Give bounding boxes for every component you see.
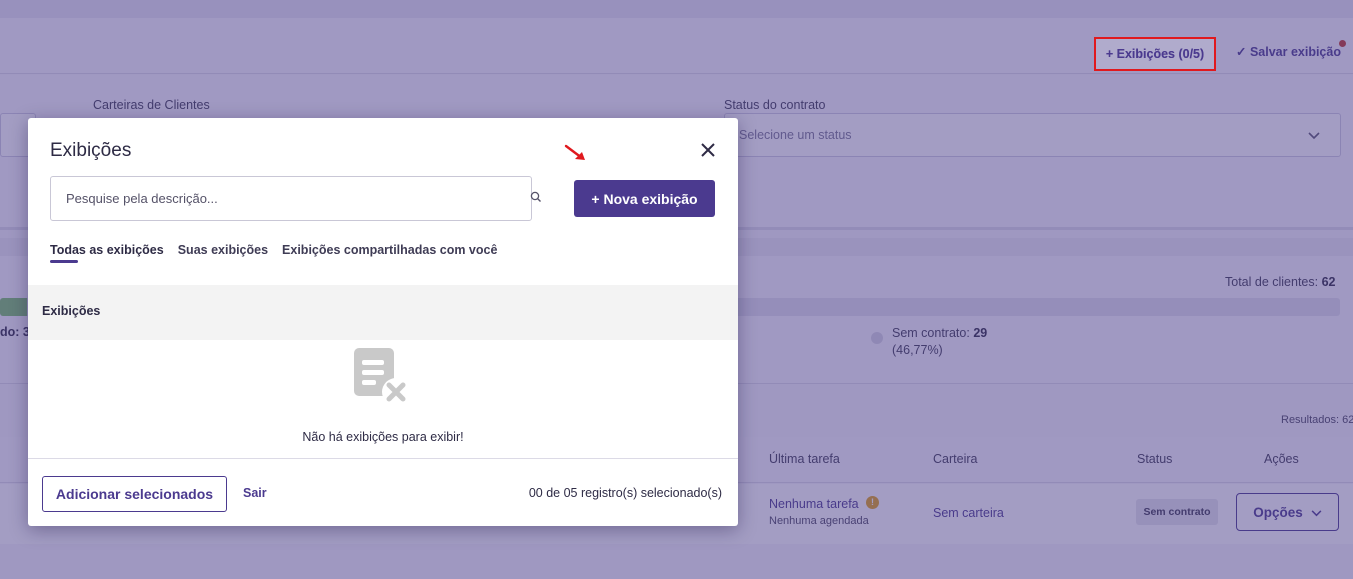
exit-link[interactable]: Sair <box>243 486 267 500</box>
modal-tabs: Todas as exibições Suas exibições Exibiç… <box>50 243 497 265</box>
empty-list-icon <box>354 348 412 408</box>
list-header <box>28 285 738 340</box>
exibicoes-modal: Exibições + Nova exibição Todas as exibi… <box>28 118 738 526</box>
exibicoes-button-highlight[interactable]: + Exibições (0/5) <box>1094 37 1216 71</box>
search-input[interactable] <box>50 176 532 221</box>
tab-shared-views[interactable]: Exibições compartilhadas com você <box>282 243 497 265</box>
search-icon <box>530 190 544 206</box>
annotation-arrow <box>560 140 594 168</box>
selected-count: 00 de 05 registro(s) selecionado(s) <box>528 486 722 500</box>
empty-message: Não há exibições para exibir! <box>302 430 464 444</box>
new-view-button[interactable]: + Nova exibição <box>574 180 715 217</box>
modal-title: Exibições <box>50 140 132 161</box>
list-header-label: Exibições <box>42 304 101 318</box>
close-icon[interactable] <box>696 138 720 162</box>
tab-your-views[interactable]: Suas exibições <box>178 243 268 265</box>
active-tab-indicator <box>50 260 78 263</box>
add-selected-button[interactable]: Adicionar selecionados <box>42 476 227 512</box>
